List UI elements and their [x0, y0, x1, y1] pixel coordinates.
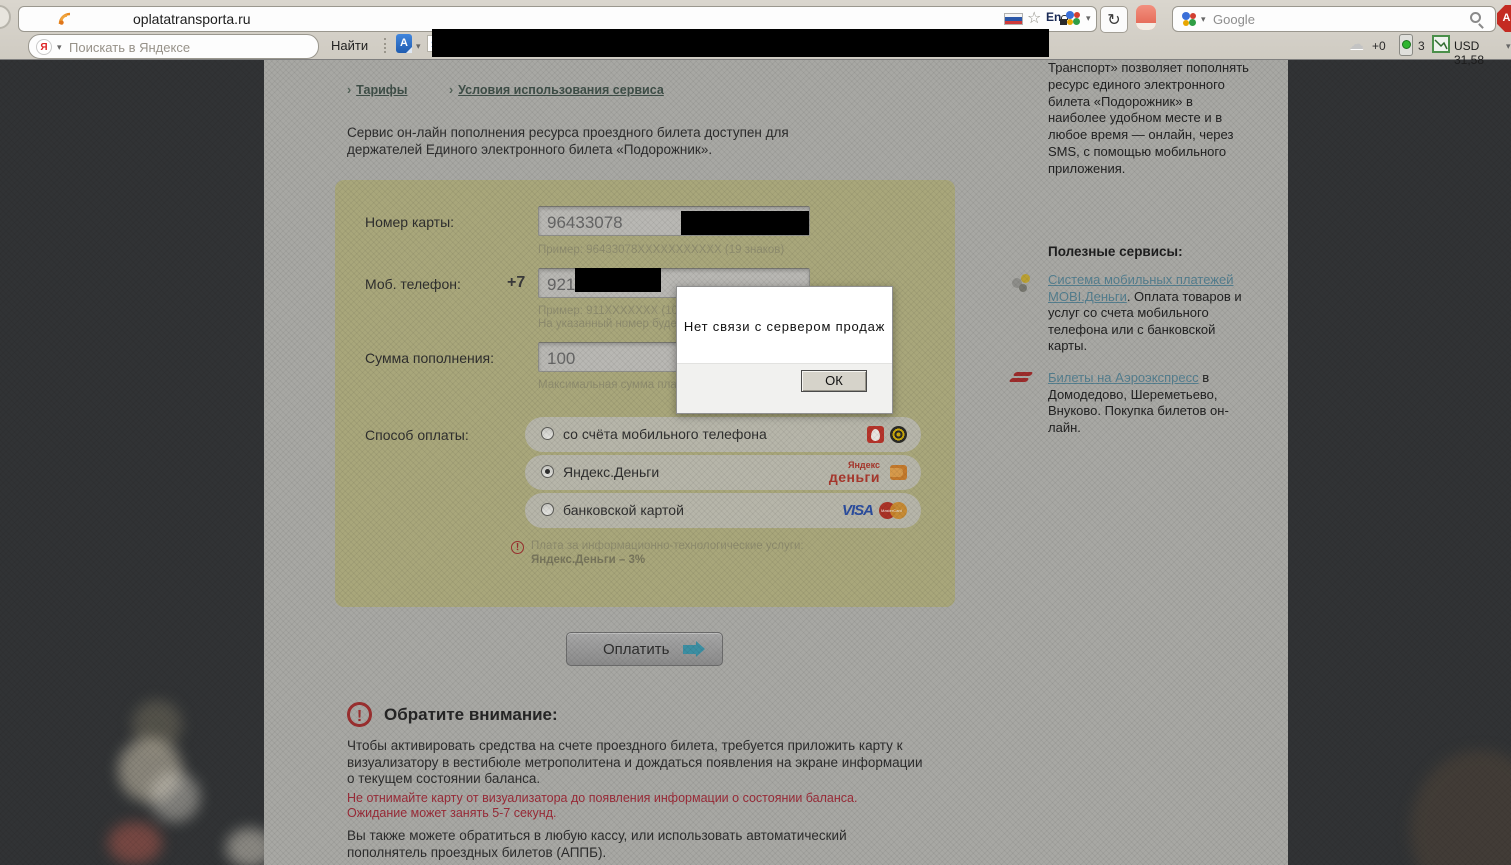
adblock-icon[interactable]: AB [1497, 5, 1511, 32]
warning-line-1: Не отнимайте карту от визуализатора до п… [347, 791, 925, 806]
site-favicon-icon [56, 10, 74, 28]
nav-link-tariffs[interactable]: ›Тарифы [347, 83, 407, 97]
payment-option-mobile[interactable]: со счёта мобильного телефона [525, 417, 921, 452]
sidebar-services-title: Полезные сервисы: [1048, 244, 1183, 259]
phone-label: Моб. телефон: [365, 276, 461, 292]
mobi-money-icon [1012, 274, 1036, 294]
chevron-down-icon[interactable]: ▾ [1201, 15, 1206, 25]
fee-note: Плата за информационно-технологические у… [531, 540, 804, 552]
arrow-icon: › [449, 83, 453, 97]
search-engine-icon[interactable] [1066, 11, 1080, 25]
sidebar-service-mobi: Система мобильных платежей MOBI.Деньги. … [1048, 272, 1250, 355]
yandex-search-input[interactable] [69, 38, 309, 56]
pay-button[interactable]: Оплатить [566, 632, 723, 666]
attention-icon: ! [347, 702, 372, 727]
chevron-down-icon[interactable]: ▾ [1506, 42, 1511, 52]
aeroexpress-link[interactable]: Билеты на Аэроэкспресс [1048, 370, 1199, 385]
alternative-text: Вы также можете обратиться в любую кассу… [347, 828, 925, 861]
sidebar-about-text: Транспорт» позволяет пополнять ресурс ед… [1048, 60, 1254, 178]
currency-chart-icon[interactable] [1432, 35, 1450, 53]
traffic-count[interactable]: 3 [1418, 39, 1425, 53]
weather-icon[interactable]: ☁ [1349, 35, 1364, 53]
intro-text: Сервис он-лайн пополнения ресурса проезд… [347, 124, 862, 158]
aeroexpress-icon [1010, 372, 1036, 384]
redacted-phone-number [575, 268, 661, 292]
redacted-area [432, 29, 1049, 57]
error-dialog-footer: ОК [677, 363, 892, 413]
redacted-card-number [681, 211, 809, 235]
phone-hint-1: Пример: 911XXXXXXX (10 [538, 305, 678, 317]
payment-option-yandex-money[interactable]: Яндекс.Деньги Яндекс деньги [525, 455, 921, 490]
amount-label: Сумма пополнения: [365, 350, 494, 366]
phone-prefix: +7 [507, 274, 525, 292]
visa-logo: VISA [842, 502, 873, 519]
mastercard-logo: MasterCard [879, 502, 907, 519]
arrow-right-icon [683, 645, 696, 654]
radio-mobile[interactable] [541, 427, 554, 440]
radio-bank-card[interactable] [541, 503, 554, 516]
eraser-icon[interactable] [1136, 5, 1156, 30]
error-dialog-message: Нет связи с сервером продаж [677, 319, 892, 334]
beeline-icon [890, 426, 907, 443]
nav-link-terms[interactable]: ›Условия использования сервиса [449, 83, 664, 97]
window-menu-button[interactable] [0, 5, 11, 29]
yandex-money-logo: Яндекс деньги [829, 461, 880, 484]
bokeh-light [1410, 750, 1511, 865]
bokeh-light [150, 772, 200, 822]
find-button[interactable]: Найти [331, 38, 368, 53]
weather-temp[interactable]: +0 [1372, 39, 1386, 53]
ok-button[interactable]: ОК [801, 370, 867, 392]
error-dialog: Нет связи с сервером продаж ОК [676, 286, 893, 414]
browser-chrome: oplatatransporta.ru ☆ En ▾ ↻ ▾ AB Я ▾ На… [0, 0, 1511, 60]
bokeh-light [108, 822, 162, 864]
chevron-down-icon[interactable]: ▾ [1086, 14, 1091, 24]
attention-text: Чтобы активировать средства на счете про… [347, 738, 925, 788]
russian-flag-icon [1004, 13, 1023, 25]
warning-line-2: Ожидание может занять 5-7 секунд. [347, 806, 925, 821]
chevron-down-icon[interactable]: ▾ [416, 42, 421, 52]
phone-hint-2: На указанный номер буде [538, 318, 677, 330]
card-number-hint: Пример: 96433078XXXXXXXXXXX (19 знаков) [538, 244, 784, 256]
toolbar-splitter [384, 38, 386, 53]
chevron-down-icon[interactable]: ▾ [57, 43, 62, 53]
fee-warning-icon: ! [511, 541, 524, 554]
address-url[interactable]: oplatatransporta.ru [133, 11, 251, 27]
google-search-input[interactable] [1213, 10, 1443, 28]
currency-rate[interactable]: USD 31,58 [1454, 39, 1511, 67]
traffic-light-icon[interactable] [1399, 34, 1413, 56]
wallet-icon [890, 465, 907, 480]
mts-icon [867, 426, 884, 443]
reload-button[interactable]: ↻ [1100, 6, 1128, 33]
yandex-search-box[interactable]: Я ▾ [28, 34, 319, 59]
bookmark-star-icon[interactable]: ☆ [1027, 8, 1041, 27]
attention-title: Обратите внимание: [384, 705, 558, 725]
arrow-icon: › [347, 83, 351, 97]
card-number-label: Номер карты: [365, 214, 454, 230]
payment-option-bank-card[interactable]: банковской картой VISA MasterCard [525, 493, 921, 528]
reload-icon: ↻ [1107, 10, 1120, 29]
page-background: ›Тарифы ›Условия использования сервиса С… [0, 60, 1511, 865]
amount-hint: Максимальная сумма пла [538, 379, 677, 391]
payment-method-label: Способ оплаты: [365, 427, 469, 443]
google-icon [1182, 12, 1196, 26]
sidebar-service-aeroexpress: Билеты на Аэроэкспресс в Домодедово, Шер… [1048, 370, 1250, 436]
attention-warning: Не отнимайте карту от визуализатора до п… [347, 791, 925, 820]
site-content: ›Тарифы ›Условия использования сервиса С… [264, 60, 1288, 865]
google-search-box[interactable]: ▾ [1172, 6, 1496, 32]
yandex-icon: Я [36, 39, 52, 55]
search-icon[interactable] [1470, 12, 1481, 23]
fee-detail: Яндекс.Деньги – 3% [531, 554, 645, 566]
radio-yandex-money[interactable] [541, 465, 554, 478]
translate-icon[interactable]: А [396, 34, 412, 53]
browser-window: oplatatransporta.ru ☆ En ▾ ↻ ▾ AB Я ▾ На… [0, 0, 1511, 865]
